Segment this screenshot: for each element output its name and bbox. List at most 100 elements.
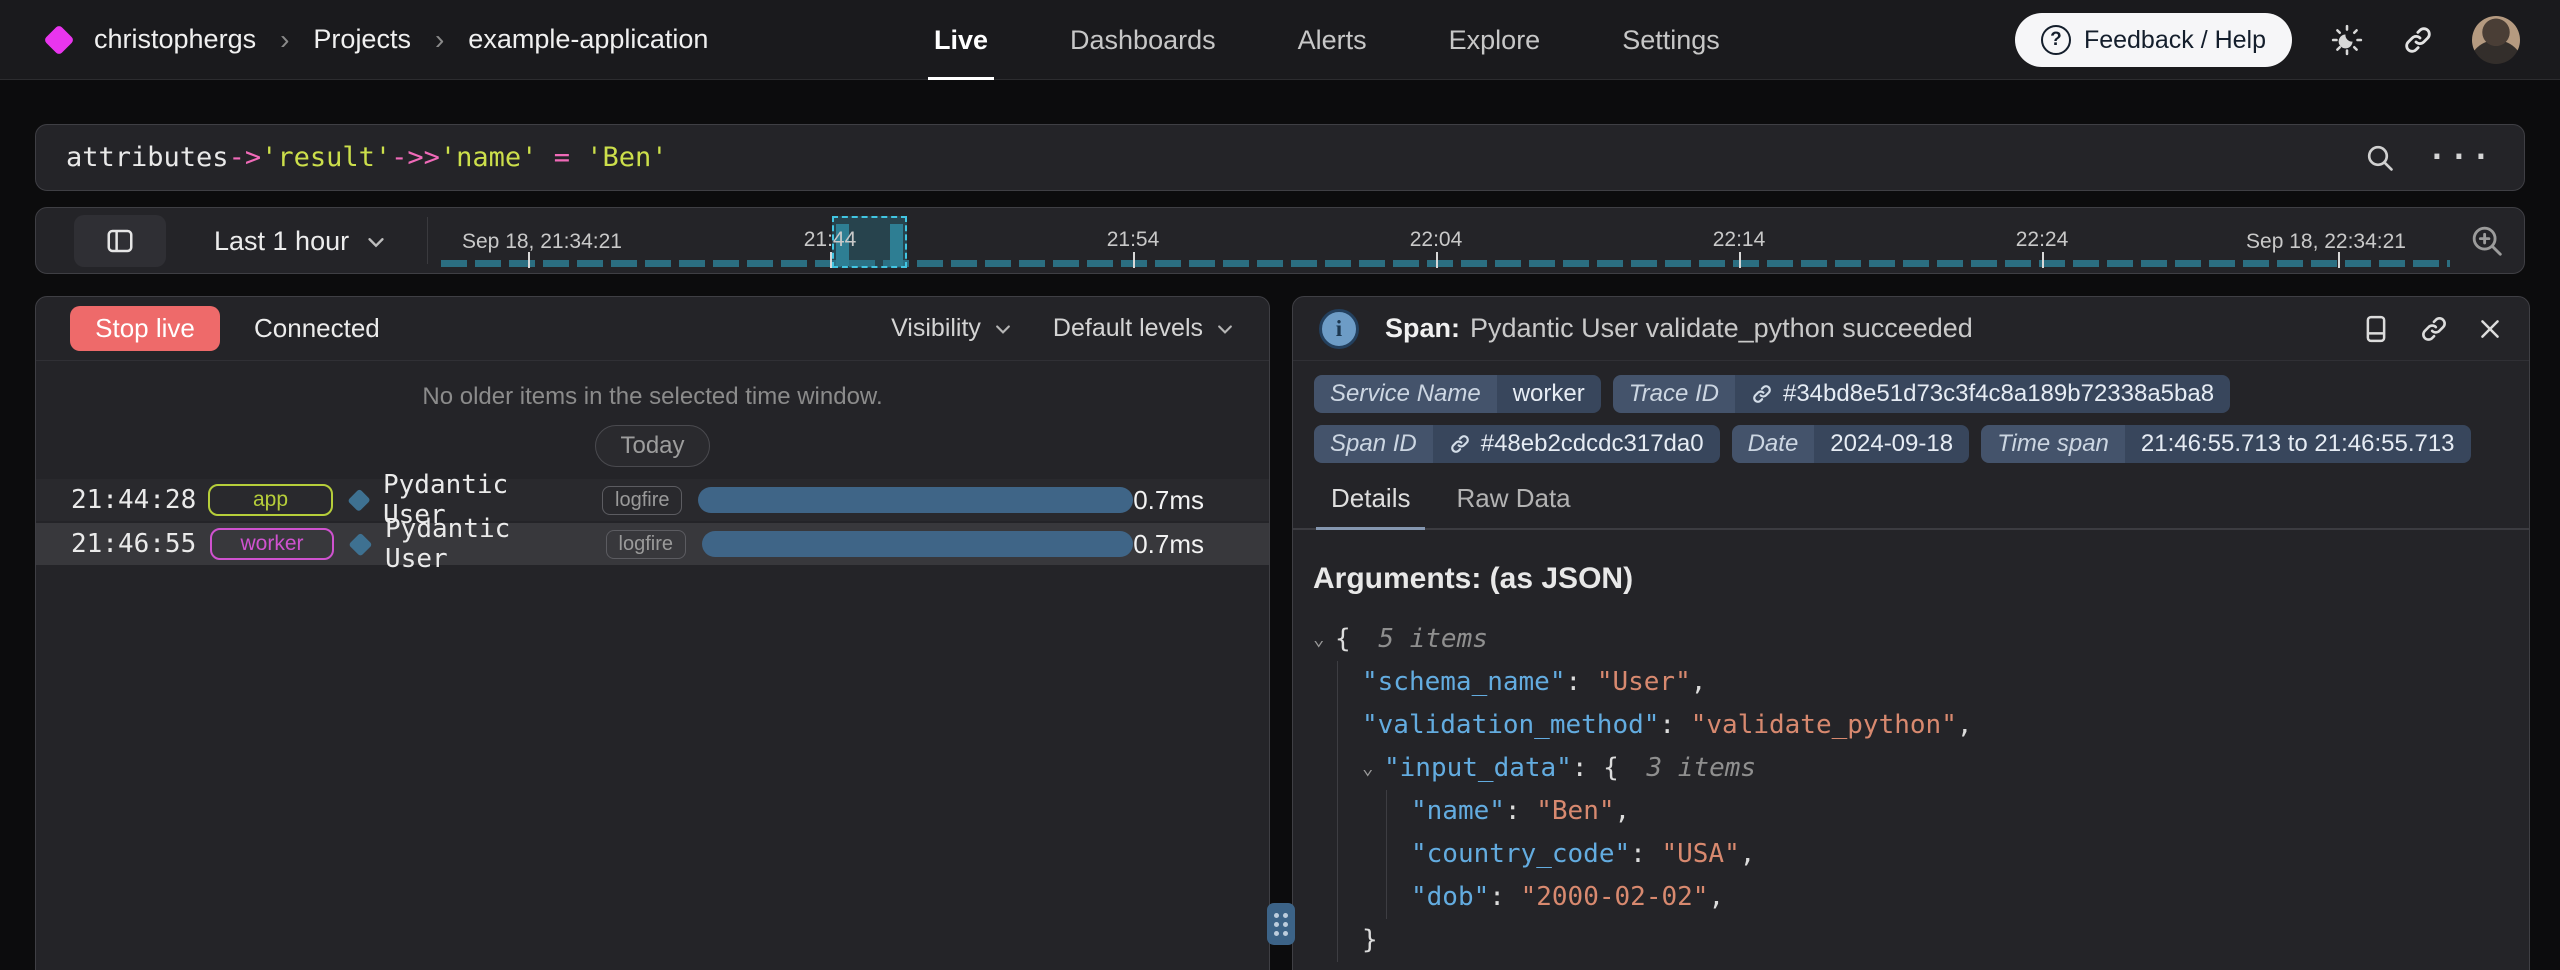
- meta-label: Time span: [1981, 425, 2125, 463]
- nav-tabs: Live Dashboards Alerts Explore Settings: [934, 0, 1720, 80]
- meta-value: 2024-09-18: [1814, 425, 1969, 463]
- json-token: ,: [1957, 710, 1973, 740]
- timeline-tick-label: 21:44: [804, 228, 857, 252]
- span-title-text: Pydantic User validate_python succeeded: [1470, 313, 1973, 343]
- json-token: }: [1362, 925, 1378, 955]
- json-token: :: [1630, 839, 1661, 869]
- topbar-actions: ? Feedback / Help: [2015, 0, 2520, 80]
- search-icon[interactable]: [2364, 142, 2396, 174]
- close-icon[interactable]: [2477, 316, 2503, 342]
- timeline-track[interactable]: Sep 18, 21:34:21 Sep 18, 22:34:21 21:442…: [441, 208, 2436, 273]
- feedback-help-label: Feedback / Help: [2084, 26, 2266, 55]
- chevron-down-icon: [1215, 319, 1235, 339]
- selection-span-bar: [890, 224, 903, 266]
- json-token: "validate_python": [1691, 710, 1957, 740]
- json-line: ⌄"input_data": { 3 items: [1362, 747, 2529, 790]
- default-levels-label: Default levels: [1053, 314, 1203, 343]
- query-token: 'Ben': [586, 142, 667, 173]
- meta-label: Date: [1732, 425, 1815, 463]
- top-bar: christophergs›Projects›example-applicati…: [0, 0, 2560, 80]
- share-link-icon[interactable]: [2402, 24, 2434, 56]
- scope-badge: logfire: [606, 530, 686, 559]
- feedback-help-button[interactable]: ? Feedback / Help: [2015, 13, 2292, 67]
- default-levels-dropdown[interactable]: Default levels: [1053, 314, 1235, 343]
- live-panel-header: Stop live Connected Visibility Default l…: [36, 297, 1269, 361]
- json-line: "country_code": "USA",: [1411, 833, 2529, 876]
- nav-tab-alerts[interactable]: Alerts: [1298, 0, 1367, 80]
- panel-resize-handle[interactable]: [1267, 903, 1295, 945]
- stop-live-button[interactable]: Stop live: [70, 306, 220, 351]
- meta-label: Trace ID: [1613, 375, 1735, 413]
- breadcrumb-item-christophergs[interactable]: christophergs: [94, 24, 256, 55]
- today-pill[interactable]: Today: [595, 425, 709, 467]
- breadcrumb-separator: ›: [280, 24, 289, 56]
- link-icon[interactable]: [1751, 383, 1773, 405]
- json-collapse-icon[interactable]: ⌄: [1362, 747, 1384, 790]
- arguments-heading: Arguments: (as JSON): [1313, 562, 2529, 596]
- breadcrumb-item-Projects[interactable]: Projects: [313, 24, 411, 55]
- meta-value: worker: [1497, 375, 1601, 413]
- detail-panel-header: i Span:Pydantic User validate_python suc…: [1293, 297, 2529, 361]
- time-range-dropdown[interactable]: Last 1 hour: [214, 208, 387, 275]
- user-avatar[interactable]: [2472, 16, 2520, 64]
- json-token: "name": [1411, 796, 1505, 826]
- detail-tab-raw-data[interactable]: Raw Data: [1456, 483, 1570, 528]
- nav-tab-explore[interactable]: Explore: [1449, 0, 1541, 80]
- query-more-icon[interactable]: ···: [2428, 140, 2494, 175]
- timeline-tick-mark: [1739, 252, 1741, 268]
- json-children: "schema_name": "User","validation_method…: [1337, 661, 2529, 962]
- logfire-logo-icon: [43, 24, 74, 55]
- json-line: "dob": "2000-02-02",: [1411, 876, 2529, 919]
- query-token: ->: [229, 142, 262, 173]
- zoom-in-icon[interactable]: [2468, 222, 2506, 265]
- theme-toggle-icon[interactable]: [2330, 23, 2364, 57]
- timebar-divider: [427, 217, 428, 264]
- json-token: : {: [1572, 753, 1635, 783]
- json-token: "schema_name": [1362, 667, 1566, 697]
- json-line: "schema_name": "User",: [1362, 661, 2529, 704]
- json-token: "validation_method": [1362, 710, 1659, 740]
- json-line: "validation_method": "validate_python",: [1362, 704, 2529, 747]
- timeline-tick-mark: [528, 252, 530, 268]
- query-token: =: [537, 142, 586, 173]
- sidebar-toggle-button[interactable]: [74, 215, 166, 267]
- trace-title: Pydantic User: [385, 514, 584, 574]
- span-diamond-icon: [347, 488, 371, 512]
- trace-row[interactable]: 21:44:28appPydantic Userlogfire0.7ms: [36, 479, 1269, 521]
- copy-link-icon[interactable]: [2419, 314, 2449, 344]
- json-token: "dob": [1411, 882, 1489, 912]
- json-token: :: [1659, 710, 1690, 740]
- detail-tab-details[interactable]: Details: [1331, 483, 1410, 528]
- json-token: "User": [1597, 667, 1691, 697]
- timeline-tick-mark: [2042, 252, 2044, 268]
- meta-badge-service-name: Service Nameworker: [1314, 375, 1601, 413]
- json-line: }: [1362, 919, 2529, 962]
- breadcrumb: christophergs›Projects›example-applicati…: [0, 24, 708, 56]
- timeline-tick-label: 22:24: [2016, 228, 2069, 252]
- nav-tab-dashboards[interactable]: Dashboards: [1070, 0, 1216, 80]
- query-bar[interactable]: attributes->'result'->>'name' = 'Ben' ··…: [35, 124, 2525, 191]
- timeline-tick-mark: [1133, 252, 1135, 268]
- trace-row[interactable]: 21:46:55workerPydantic Userlogfire0.7ms: [36, 523, 1269, 565]
- trace-time: 21:46:55: [71, 529, 210, 559]
- help-circle-icon: ?: [2041, 25, 2071, 55]
- json-line: "name": "Ben",: [1411, 790, 2529, 833]
- nav-tab-settings[interactable]: Settings: [1622, 0, 1720, 80]
- empty-window-message: No older items in the selected time wind…: [36, 383, 1269, 411]
- chevron-down-icon: [993, 319, 1013, 339]
- json-token: "country_code": [1411, 839, 1630, 869]
- timeline-tick-label: 22:04: [1410, 228, 1463, 252]
- json-collapse-icon[interactable]: ⌄: [1313, 618, 1335, 661]
- meta-value: #34bd8e51d73c3f4c8a189b72338a5ba8: [1735, 375, 2230, 413]
- breadcrumb-item-example-application[interactable]: example-application: [468, 24, 708, 55]
- service-tag-badge: app: [208, 484, 332, 516]
- trace-list: 21:44:28appPydantic Userlogfire0.7ms21:4…: [36, 479, 1269, 565]
- panel-layout-icon[interactable]: [2361, 314, 2391, 344]
- live-panel: Stop live Connected Visibility Default l…: [35, 296, 1270, 970]
- nav-tab-live[interactable]: Live: [934, 0, 988, 80]
- link-icon[interactable]: [1449, 433, 1471, 455]
- meta-value: #48eb2cdcdc317da0: [1433, 425, 1720, 463]
- json-token: ,: [1708, 882, 1724, 912]
- visibility-dropdown[interactable]: Visibility: [891, 314, 1013, 343]
- json-line: ⌄{ 5 items: [1313, 618, 2529, 661]
